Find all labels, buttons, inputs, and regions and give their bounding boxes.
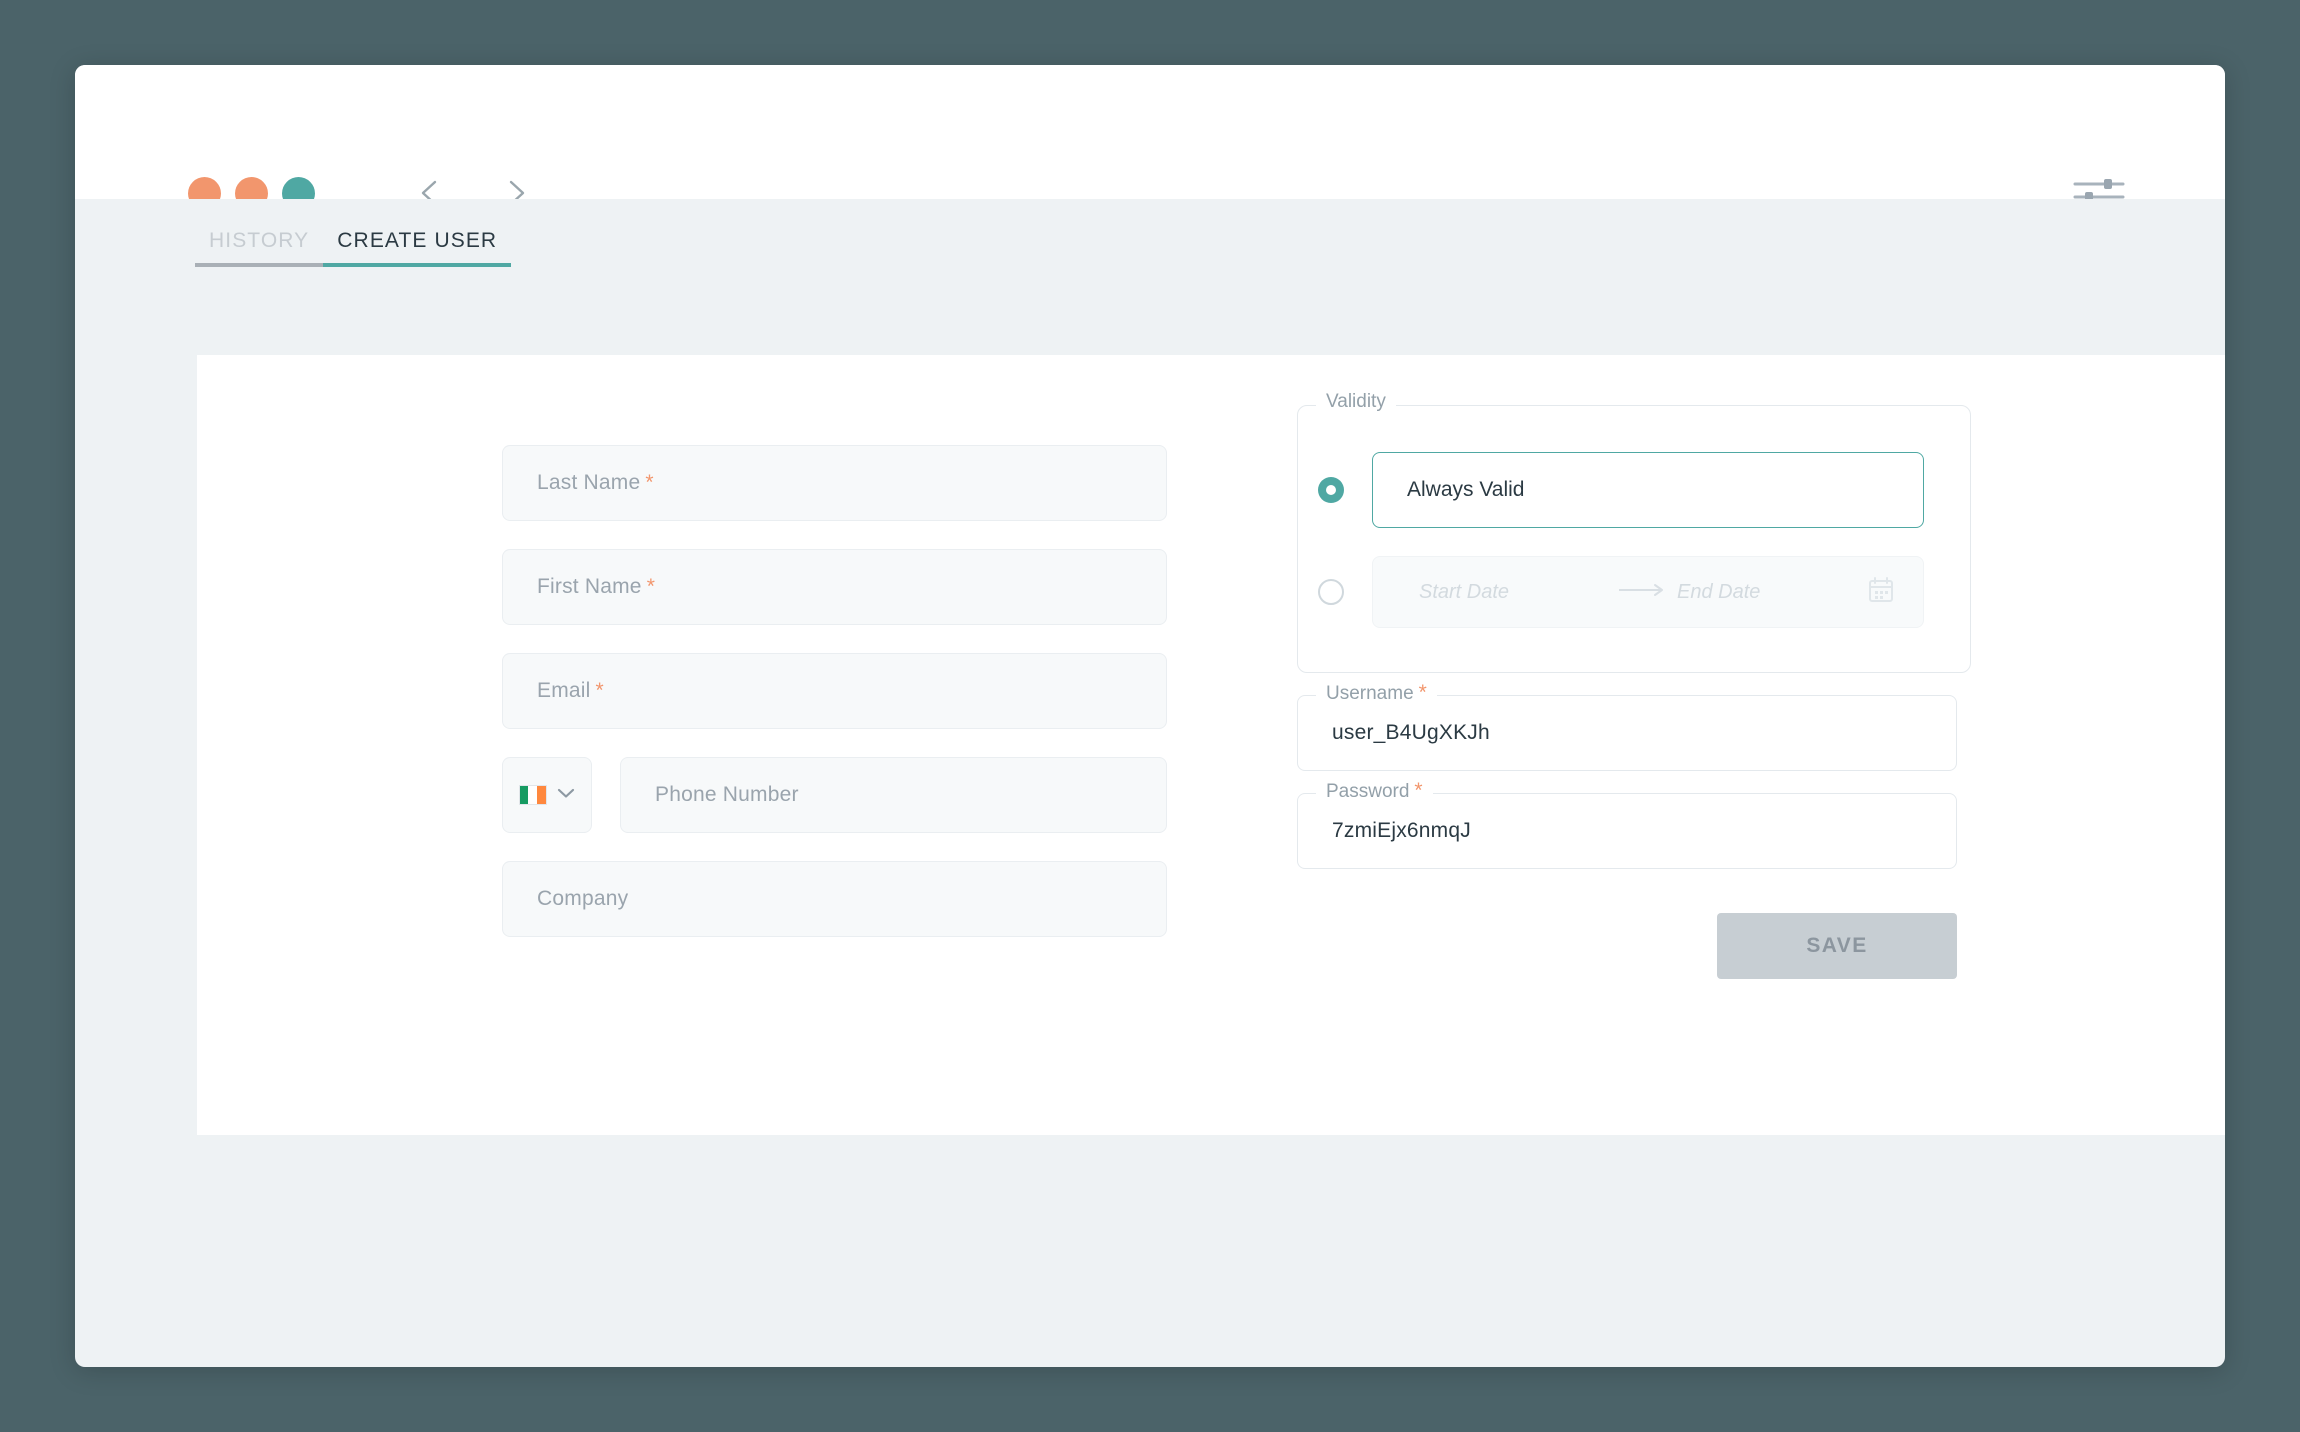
- ireland-flag-icon: [518, 785, 547, 805]
- calendar-icon[interactable]: [1867, 576, 1895, 609]
- password-input[interactable]: Password * 7zmiEjx6nmqJ: [1297, 779, 1957, 869]
- validity-option-range[interactable]: Start Date End Date: [1318, 556, 1924, 628]
- email-placeholder: Email: [537, 679, 591, 702]
- tab-history-label: HISTORY: [209, 229, 310, 252]
- end-date-placeholder: End Date: [1677, 580, 1761, 603]
- password-value: 7zmiEjx6nmqJ: [1332, 819, 1471, 842]
- phone-row: Phone Number: [502, 757, 1167, 833]
- create-user-card: Last Name * First Name * Email * Phone N…: [197, 355, 2225, 1135]
- company-input[interactable]: Company: [502, 861, 1167, 937]
- tab-create-user-label: CREATE USER: [337, 229, 498, 252]
- arrow-right-icon: [1617, 582, 1669, 603]
- tab-bar: HISTORY CREATE USER: [75, 199, 2225, 303]
- validity-legend: Validity: [1316, 391, 1396, 413]
- save-button[interactable]: SAVE: [1717, 913, 1957, 979]
- radio-always-valid[interactable]: [1318, 477, 1344, 503]
- validity-option-always[interactable]: Always Valid: [1318, 452, 1924, 528]
- app-window: HISTORY CREATE USER Last Name * First Na…: [75, 65, 2225, 1367]
- start-date-placeholder: Start Date: [1419, 580, 1510, 603]
- country-code-select[interactable]: [502, 757, 592, 833]
- radio-date-range[interactable]: [1318, 579, 1344, 605]
- first-name-placeholder: First Name: [537, 575, 642, 598]
- validity-fieldset: Validity Always Valid Start Date End Dat…: [1297, 391, 1971, 673]
- company-placeholder: Company: [537, 887, 629, 910]
- personal-details-column: Last Name * First Name * Email * Phone N…: [502, 445, 1167, 965]
- first-name-required-marker: *: [646, 575, 655, 598]
- create-user-form: Last Name * First Name * Email * Phone N…: [197, 355, 2225, 1135]
- last-name-placeholder: Last Name: [537, 471, 641, 494]
- username-required-marker: *: [1418, 681, 1427, 704]
- save-row: SAVE: [1297, 891, 1957, 979]
- last-name-input[interactable]: Last Name *: [502, 445, 1167, 521]
- username-value: user_B4UgXKJh: [1332, 721, 1490, 744]
- phone-number-input[interactable]: Phone Number: [620, 757, 1167, 833]
- first-name-input[interactable]: First Name *: [502, 549, 1167, 625]
- username-label: Username: [1326, 683, 1414, 704]
- username-label-wrap: Username *: [1316, 681, 1437, 705]
- phone-number-placeholder: Phone Number: [655, 783, 799, 806]
- email-required-marker: *: [595, 679, 604, 702]
- email-input[interactable]: Email *: [502, 653, 1167, 729]
- username-input[interactable]: Username * user_B4UgXKJh: [1297, 681, 1957, 771]
- password-required-marker: *: [1414, 779, 1423, 802]
- password-label: Password: [1326, 781, 1410, 802]
- tab-create-user[interactable]: CREATE USER: [323, 199, 512, 267]
- account-details-column: Validity Always Valid Start Date End Dat…: [1297, 391, 1971, 979]
- chevron-down-icon: [556, 786, 576, 805]
- always-valid-label: Always Valid: [1407, 478, 1525, 501]
- title-bar: [75, 65, 2225, 215]
- date-range-field[interactable]: Start Date End Date: [1372, 556, 1924, 628]
- password-label-wrap: Password *: [1316, 779, 1433, 803]
- tab-history[interactable]: HISTORY: [195, 199, 324, 267]
- last-name-required-marker: *: [645, 471, 654, 494]
- always-valid-field[interactable]: Always Valid: [1372, 452, 1924, 528]
